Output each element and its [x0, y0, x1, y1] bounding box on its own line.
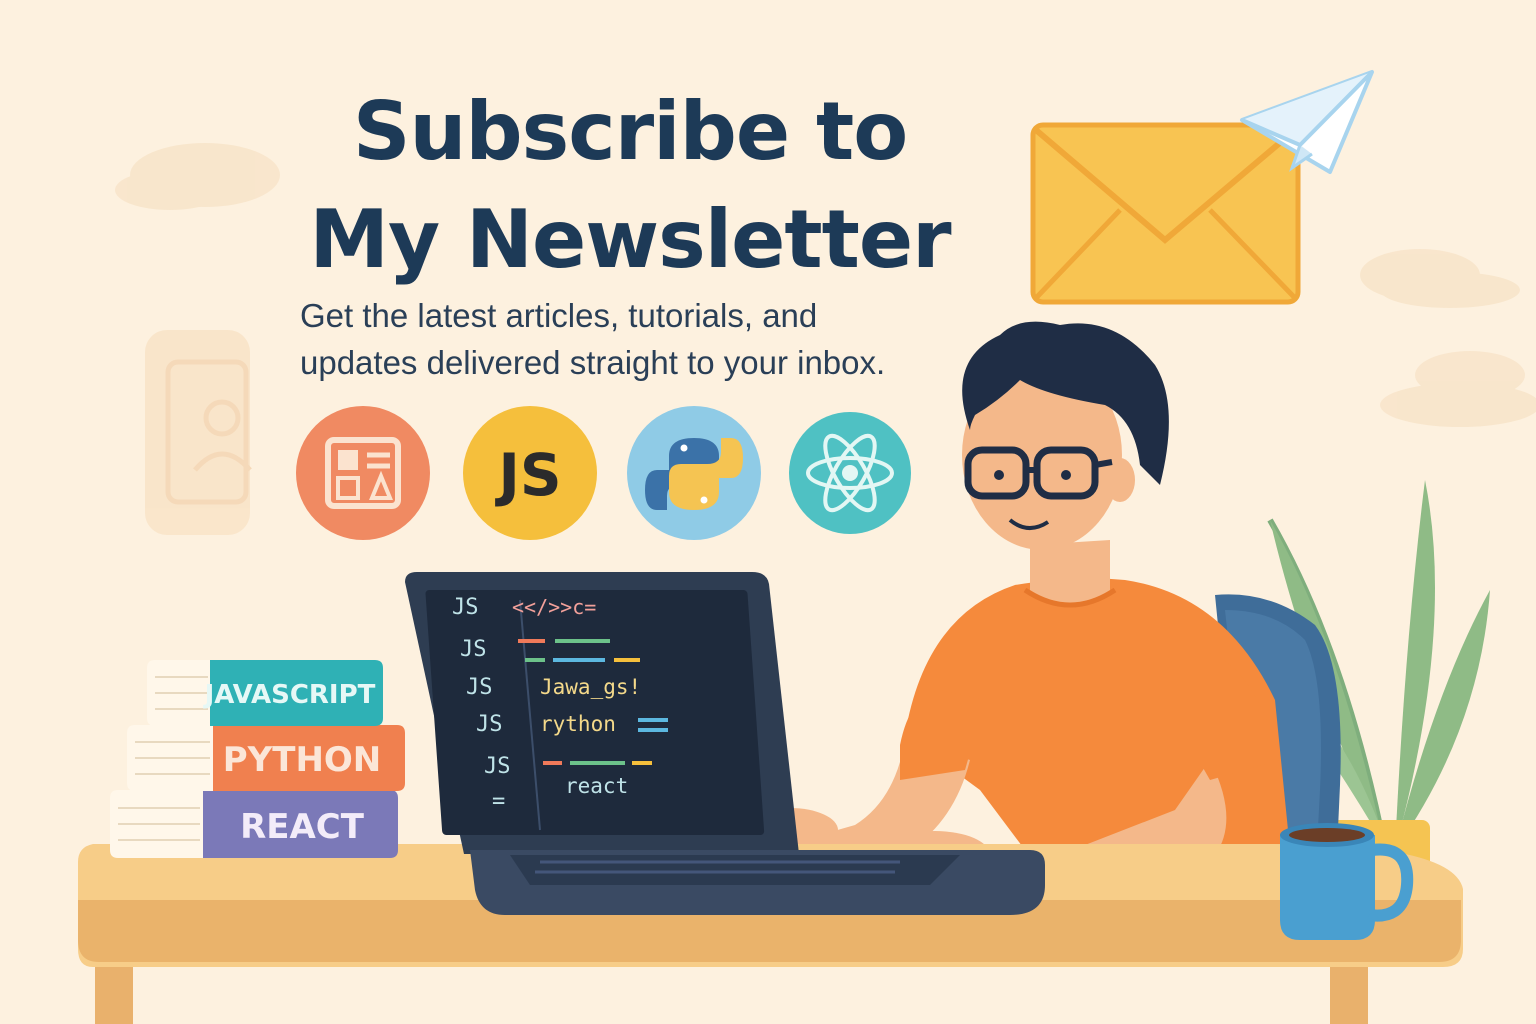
code-gutter-6: = [492, 789, 505, 814]
code-line-4: Jawa_gs! [540, 675, 641, 699]
code-gutter-2: JS [460, 637, 487, 662]
person [742, 321, 1292, 910]
book-react-label: REACT [240, 807, 365, 847]
code-gutter-1: JS [452, 595, 479, 620]
code-line-1: <</>>c= [512, 595, 596, 619]
book-react: REACT [110, 790, 398, 858]
code-gutter-3: JS [466, 675, 493, 700]
book-javascript: JAVASCRIPT [147, 660, 383, 726]
developer-scene: JS JS JS JS JS = <</>>c= Jawa_gs! rython… [78, 321, 1463, 967]
code-gutter-4: JS [476, 712, 503, 737]
code-line-5: rython [540, 712, 616, 736]
book-stack: REACT PYTHON JAVASCRIPT [110, 660, 405, 858]
newsletter-banner: Subscribe to My Newsletter Get the lates… [0, 0, 1536, 1024]
code-gutter-5: JS [484, 754, 511, 779]
book-python: PYTHON [127, 725, 405, 791]
book-javascript-label: JAVASCRIPT [203, 680, 376, 710]
code-line-7: react [565, 774, 628, 798]
book-python-label: PYTHON [223, 740, 382, 780]
